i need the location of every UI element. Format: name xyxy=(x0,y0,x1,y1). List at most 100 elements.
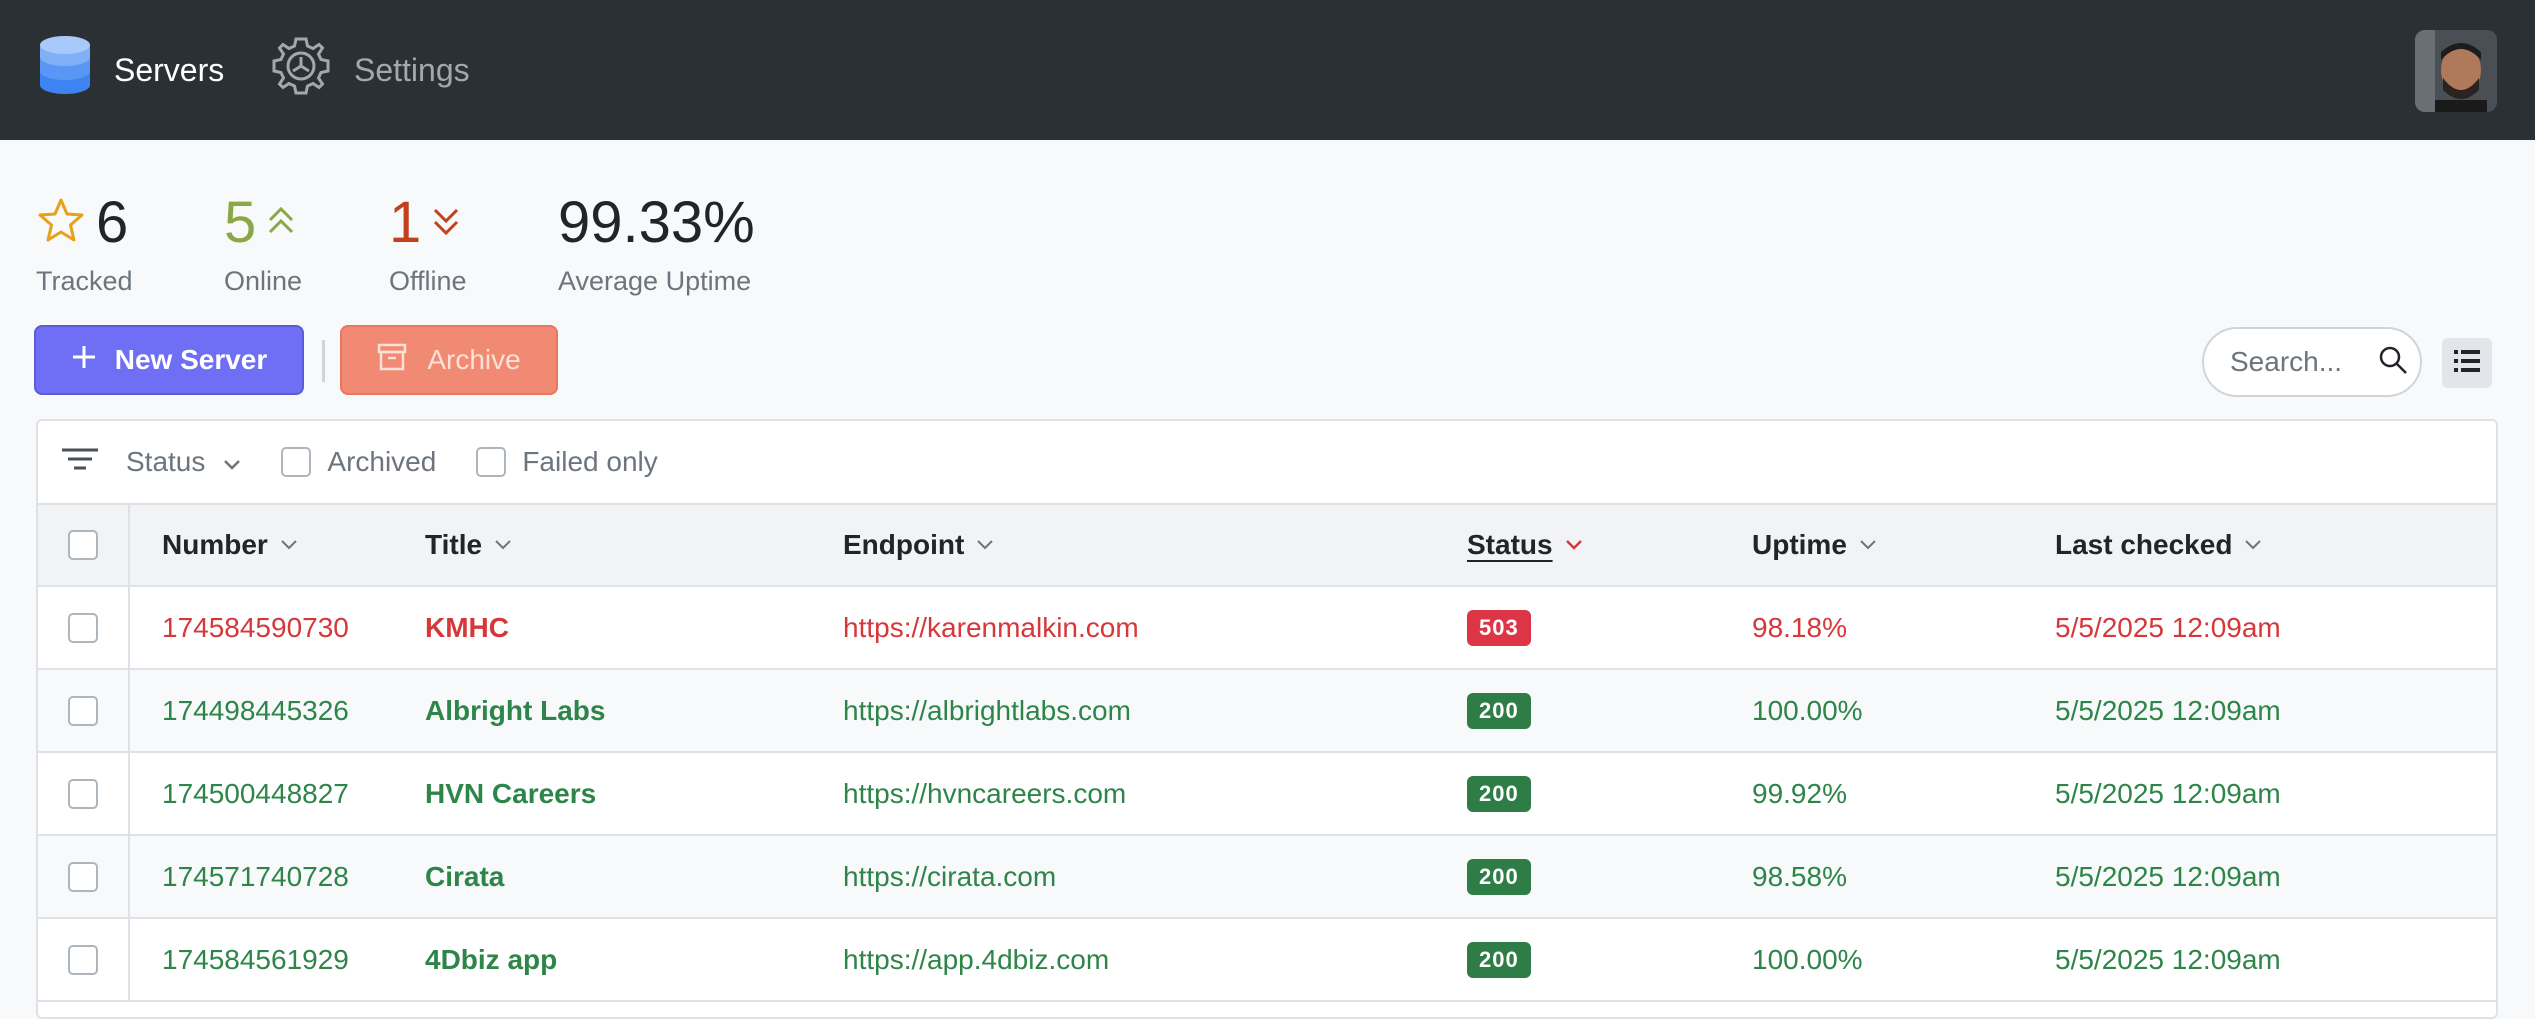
row-select-cell xyxy=(38,670,130,751)
nav-settings[interactable]: Settings xyxy=(270,0,470,140)
row-uptime: 98.58% xyxy=(1752,860,1847,892)
row-status-cell: 200 xyxy=(1467,836,1531,917)
select-all-cell xyxy=(38,505,130,585)
row-checkbox[interactable] xyxy=(68,944,98,975)
row-select-cell xyxy=(38,753,130,834)
gear-icon xyxy=(270,35,332,105)
column-last-checked-label: Last checked xyxy=(2055,529,2233,560)
table-row[interactable]: 174500448827 HVN Careers https://hvncare… xyxy=(38,753,2496,836)
row-checkbox[interactable] xyxy=(68,861,98,892)
column-status[interactable]: Status xyxy=(1467,505,1583,585)
status-badge: 200 xyxy=(1467,858,1531,895)
column-uptime[interactable]: Uptime xyxy=(1752,505,1877,585)
servers-table-card: Status Archived Failed only Number Title xyxy=(36,419,2498,1019)
online-count: 5 xyxy=(224,190,257,255)
table-row[interactable]: 174584561929 4Dbiz app https://app.4dbiz… xyxy=(38,919,2496,1002)
row-select-cell xyxy=(38,919,130,1000)
status-filter-label: Status xyxy=(126,446,206,477)
row-title[interactable]: Cirata xyxy=(425,836,504,917)
tracked-label: Tracked xyxy=(36,266,133,296)
chevron-down-icon xyxy=(495,540,511,550)
row-title[interactable]: Albright Labs xyxy=(425,670,605,751)
star-icon xyxy=(36,196,86,251)
search-input[interactable] xyxy=(2230,346,2378,378)
new-server-button[interactable]: New Server xyxy=(34,325,304,395)
search-box[interactable] xyxy=(2202,327,2422,397)
offline-label: Offline xyxy=(389,266,467,296)
archive-label: Archive xyxy=(427,344,521,375)
column-last-checked[interactable]: Last checked xyxy=(2055,505,2262,585)
online-label: Online xyxy=(224,266,303,296)
stat-offline: 1 Offline xyxy=(389,188,467,297)
row-endpoint[interactable]: https://app.4dbiz.com xyxy=(843,919,1109,1000)
row-uptime: 100.00% xyxy=(1752,943,1863,975)
archive-button[interactable]: Archive xyxy=(340,325,558,395)
row-checkbox[interactable] xyxy=(68,778,98,809)
row-title[interactable]: 4Dbiz app xyxy=(425,919,557,1000)
column-uptime-label: Uptime xyxy=(1752,529,1847,560)
table-row[interactable]: 174498445326 Albright Labs https://albri… xyxy=(38,670,2496,753)
row-title[interactable]: HVN Careers xyxy=(425,753,596,834)
new-server-label: New Server xyxy=(114,344,268,375)
list-view-button[interactable] xyxy=(2442,338,2492,388)
row-uptime: 100.00% xyxy=(1752,694,1863,726)
row-select-cell xyxy=(38,836,130,917)
row-status-cell: 200 xyxy=(1467,919,1531,1000)
status-badge: 503 xyxy=(1467,609,1531,646)
table-row[interactable]: 174584590730 KMHC https://karenmalkin.co… xyxy=(38,587,2496,670)
status-badge: 200 xyxy=(1467,775,1531,812)
row-endpoint[interactable]: https://cirata.com xyxy=(843,836,1056,917)
table-header: Number Title Endpoint Status Uptime Last… xyxy=(38,505,2496,587)
chevron-double-down-icon xyxy=(431,204,461,243)
row-number: 174584561929 xyxy=(162,943,349,975)
row-checkbox[interactable] xyxy=(68,695,98,726)
column-status-label: Status xyxy=(1467,529,1553,560)
row-number: 174500448827 xyxy=(162,777,349,809)
select-all-checkbox[interactable] xyxy=(68,530,98,560)
stat-online: 5 Online xyxy=(224,188,302,297)
chevron-down-icon xyxy=(1565,540,1582,550)
tracked-count: 6 xyxy=(96,190,129,255)
column-title[interactable]: Title xyxy=(425,505,512,585)
chevron-double-up-icon xyxy=(266,204,296,243)
stat-average-uptime: 99.33% Average Uptime xyxy=(558,188,755,297)
column-number[interactable]: Number xyxy=(162,505,298,585)
chevron-down-icon xyxy=(223,446,241,478)
archived-filter[interactable]: Archived xyxy=(281,446,436,478)
nav-servers[interactable]: Servers xyxy=(38,0,224,140)
failed-only-checkbox[interactable] xyxy=(476,447,507,477)
chevron-down-icon xyxy=(977,540,994,550)
table-row[interactable]: 174571740728 Cirata https://cirata.com 2… xyxy=(38,836,2496,919)
user-avatar[interactable] xyxy=(2415,30,2497,112)
failed-only-filter[interactable]: Failed only xyxy=(476,446,658,478)
archived-label: Archived xyxy=(327,446,437,477)
failed-only-label: Failed only xyxy=(522,446,658,477)
search-icon[interactable] xyxy=(2378,345,2408,380)
row-number: 174498445326 xyxy=(162,694,349,726)
status-badge: 200 xyxy=(1467,941,1531,978)
row-last-checked: 5/5/2025 12:09am xyxy=(2055,694,2281,726)
row-endpoint[interactable]: https://karenmalkin.com xyxy=(843,587,1139,668)
column-endpoint-label: Endpoint xyxy=(843,529,965,560)
row-last-checked: 5/5/2025 12:09am xyxy=(2055,943,2281,975)
row-checkbox[interactable] xyxy=(68,612,98,643)
status-filter-dropdown[interactable]: Status xyxy=(126,446,241,478)
row-endpoint[interactable]: https://hvncareers.com xyxy=(843,753,1126,834)
column-endpoint[interactable]: Endpoint xyxy=(843,505,994,585)
row-status-cell: 200 xyxy=(1467,670,1531,751)
row-title[interactable]: KMHC xyxy=(425,587,509,668)
list-view-icon xyxy=(2454,349,2480,378)
stat-tracked: 6 Tracked xyxy=(36,188,133,297)
row-last-checked: 5/5/2025 12:09am xyxy=(2055,860,2281,892)
archived-checkbox[interactable] xyxy=(281,447,312,477)
row-endpoint[interactable]: https://albrightlabs.com xyxy=(843,670,1131,751)
filter-icon[interactable] xyxy=(62,446,98,478)
average-uptime-value: 99.33% xyxy=(558,190,755,255)
archive-icon xyxy=(377,343,407,378)
action-divider xyxy=(322,340,325,382)
row-number: 174584590730 xyxy=(162,611,349,643)
chevron-down-icon xyxy=(2245,540,2262,550)
row-number: 174571740728 xyxy=(162,860,349,892)
row-last-checked: 5/5/2025 12:09am xyxy=(2055,611,2281,643)
status-badge: 200 xyxy=(1467,692,1531,729)
